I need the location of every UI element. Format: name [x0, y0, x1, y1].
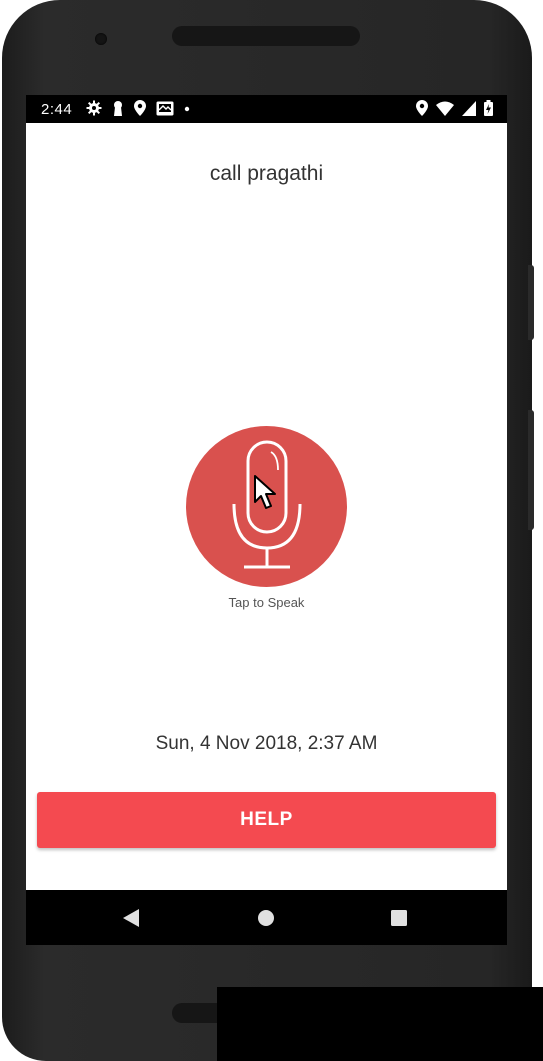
- status-right-icons: [416, 100, 493, 116]
- volume-button: [528, 265, 534, 340]
- screen: 2:44 call pragathi Tap to Speak Sun, 4 N…: [26, 95, 507, 945]
- page-title: call pragathi: [209, 162, 324, 185]
- location-icon: [416, 100, 428, 116]
- status-left-icons: [86, 100, 190, 116]
- location-icon: [134, 100, 146, 116]
- earpiece-speaker: [172, 26, 360, 46]
- recents-button[interactable]: [369, 890, 429, 945]
- back-icon: [123, 908, 139, 927]
- back-button[interactable]: [101, 890, 161, 945]
- overlay-box: [217, 987, 543, 1061]
- home-button[interactable]: [236, 890, 296, 945]
- datetime-label: Sun, 4 Nov 2018, 2:37 AM: [155, 733, 378, 754]
- front-camera: [95, 33, 107, 45]
- tap-to-speak-label: Tap to Speak: [228, 595, 305, 610]
- settings-icon: [86, 100, 102, 116]
- keyhole-icon: [114, 101, 122, 116]
- status-bar: 2:44: [26, 95, 507, 123]
- navigation-bar: [26, 890, 507, 945]
- help-button[interactable]: HELP: [37, 792, 496, 848]
- power-button: [528, 410, 534, 530]
- recents-icon: [391, 909, 407, 926]
- home-icon: [258, 909, 274, 926]
- notification-dot-icon: [184, 106, 190, 112]
- battery-icon: [484, 100, 493, 116]
- mouse-cursor-icon: [254, 475, 276, 509]
- phone-frame: 2:44 call pragathi Tap to Speak Sun, 4 N…: [2, 0, 532, 1061]
- wifi-icon: [436, 101, 454, 116]
- status-time: 2:44: [41, 101, 73, 118]
- photo-message-icon: [156, 101, 174, 115]
- signal-icon: [462, 100, 476, 116]
